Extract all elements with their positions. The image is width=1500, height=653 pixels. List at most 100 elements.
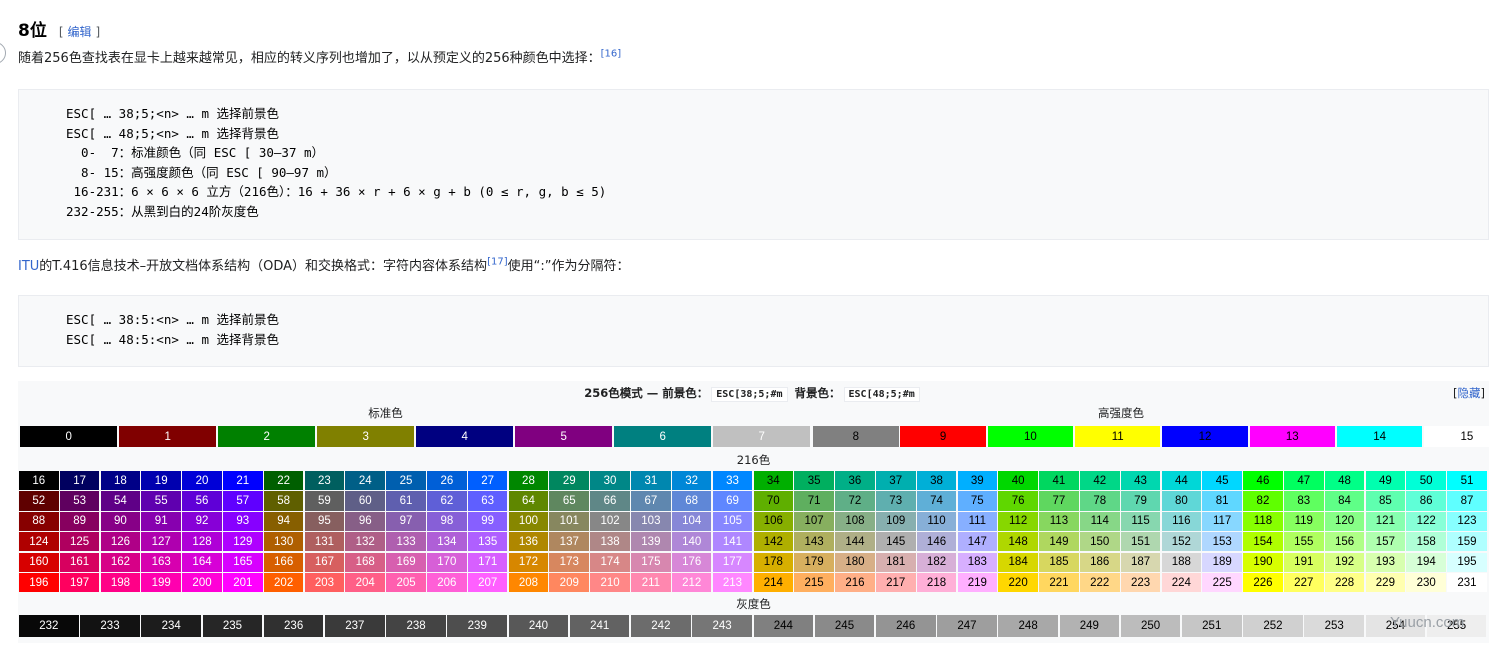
- color-swatch-140: 140: [671, 532, 712, 552]
- color-swatch-216: 216: [835, 573, 875, 593]
- color-swatch-72: 72: [835, 491, 875, 511]
- color-swatch-103: 103: [631, 511, 671, 531]
- color-swatch-226: 226: [1243, 573, 1283, 593]
- color-swatch-52: 52: [19, 491, 59, 511]
- color-swatch-69: 69: [712, 491, 753, 511]
- color-swatch-37: 37: [875, 471, 916, 491]
- hide-toggle: [隐藏]: [1453, 385, 1485, 401]
- side-toggle-tab[interactable]: [0, 42, 6, 64]
- color-swatch-213: 213: [712, 573, 753, 593]
- color-swatch-232: 232: [19, 615, 79, 637]
- edit-bracket-open: [: [58, 25, 64, 39]
- color-swatch-70: 70: [753, 491, 794, 511]
- color-swatch-131: 131: [304, 532, 345, 552]
- reference-16[interactable]: [16]: [601, 49, 622, 60]
- color-swatch-244: 244: [753, 615, 814, 637]
- color-swatch-253: 253: [1304, 615, 1364, 637]
- color-swatch-136: 136: [508, 532, 549, 552]
- color-swatch-214: 214: [753, 573, 794, 593]
- color-swatch-233: 233: [80, 615, 140, 637]
- color-swatch-178: 178: [753, 552, 794, 572]
- color-swatch-46: 46: [1243, 471, 1283, 491]
- color-swatch-115: 115: [1120, 511, 1161, 531]
- color-swatch-59: 59: [304, 491, 345, 511]
- intro-text: 随着256色查找表在显卡上越来越常见，相应的转义序列也增加了，以从预定义的256…: [18, 51, 601, 66]
- color-swatch-186: 186: [1079, 552, 1120, 572]
- color-swatch-27: 27: [467, 471, 508, 491]
- color-swatch-190: 190: [1243, 552, 1283, 572]
- itu-link[interactable]: ITU: [18, 259, 39, 274]
- color-swatch-230: 230: [1406, 573, 1446, 593]
- color-swatch-83: 83: [1283, 491, 1324, 511]
- color-swatch-34: 34: [753, 471, 794, 491]
- color-swatch-247: 247: [937, 615, 997, 637]
- color-swatch-215: 215: [794, 573, 834, 593]
- color-swatch-121: 121: [1365, 511, 1406, 531]
- color-swatch-31: 31: [631, 471, 671, 491]
- color-swatch-223: 223: [1120, 573, 1161, 593]
- code-line: ESC[ … 48;5;<n> … m 选择背景色: [66, 125, 280, 141]
- color-swatch-149: 149: [1039, 532, 1079, 552]
- color-swatch-92: 92: [182, 511, 222, 531]
- edit-bracket-close: ]: [95, 25, 101, 39]
- color-swatch-196: 196: [19, 573, 59, 593]
- color-swatch-54: 54: [100, 491, 141, 511]
- color-swatch-145: 145: [875, 532, 916, 552]
- edit-link[interactable]: 编辑: [68, 25, 92, 39]
- color-swatch-146: 146: [916, 532, 957, 552]
- color-swatch-96: 96: [345, 511, 386, 531]
- color-swatch-87: 87: [1447, 491, 1487, 511]
- color-swatch-91: 91: [141, 511, 181, 531]
- color-swatch-12: 12: [1162, 426, 1248, 447]
- intro-paragraph: 随着256色查找表在显卡上越来越常见，相应的转义序列也增加了，以从预定义的256…: [18, 49, 621, 69]
- color-swatch-166: 166: [263, 552, 304, 572]
- color-swatch-113: 113: [1039, 511, 1079, 531]
- color-swatch-127: 127: [141, 532, 181, 552]
- color-swatch-188: 188: [1161, 552, 1202, 572]
- color-swatch-79: 79: [1120, 491, 1161, 511]
- color-swatch-202: 202: [263, 573, 304, 593]
- color-swatch-135: 135: [467, 532, 508, 552]
- color-swatch-17: 17: [59, 471, 100, 491]
- color-swatch-221: 221: [1039, 573, 1079, 593]
- color-swatch-184: 184: [998, 552, 1038, 572]
- color-swatch-62: 62: [427, 491, 467, 511]
- color-swatch-71: 71: [794, 491, 834, 511]
- color-swatch-143: 143: [794, 532, 834, 552]
- color-swatch-16: 16: [19, 471, 59, 491]
- color-swatch-89: 89: [59, 511, 100, 531]
- color-swatch-82: 82: [1243, 491, 1283, 511]
- watermark: Yuucn.com: [1390, 614, 1465, 631]
- code-line: 0- 7：标准颜色（同 ESC [ 30–37 m）: [81, 145, 325, 161]
- color-swatch-28: 28: [508, 471, 549, 491]
- color-swatch-38: 38: [916, 471, 957, 491]
- color-swatch-116: 116: [1161, 511, 1202, 531]
- color-swatch-250: 250: [1120, 615, 1181, 637]
- color-swatch-132: 132: [345, 532, 386, 552]
- color-swatch-49: 49: [1365, 471, 1406, 491]
- color-swatch-172: 172: [508, 552, 549, 572]
- color-swatch-228: 228: [1324, 573, 1365, 593]
- color-swatch-153: 153: [1202, 532, 1242, 552]
- itu-text: 的T.416信息技术–开放文档体系结构（ODA）和交换格式：字符内容体系结构: [39, 259, 488, 274]
- color-swatch-39: 39: [957, 471, 998, 491]
- color-swatch-109: 109: [875, 511, 916, 531]
- color-swatch-78: 78: [1079, 491, 1120, 511]
- reference-17[interactable]: [17]: [487, 257, 508, 268]
- color-swatch-138: 138: [590, 532, 630, 552]
- color-swatch-20: 20: [182, 471, 222, 491]
- color-swatch-120: 120: [1324, 511, 1365, 531]
- color-swatch-182: 182: [916, 552, 957, 572]
- color-swatch-212: 212: [671, 573, 712, 593]
- color-swatch-13: 13: [1249, 426, 1336, 447]
- hide-link[interactable]: 隐藏: [1458, 386, 1481, 400]
- color-swatch-75: 75: [957, 491, 998, 511]
- color-swatch-23: 23: [304, 471, 345, 491]
- color-swatch-24: 24: [345, 471, 386, 491]
- color-swatch-231: 231: [1447, 573, 1487, 593]
- color-swatch-74: 74: [916, 491, 957, 511]
- fg-code: ESC[38;5;#m: [711, 387, 788, 402]
- color-swatch-95: 95: [304, 511, 345, 531]
- color-swatch-125: 125: [59, 532, 100, 552]
- color-swatch-105: 105: [712, 511, 753, 531]
